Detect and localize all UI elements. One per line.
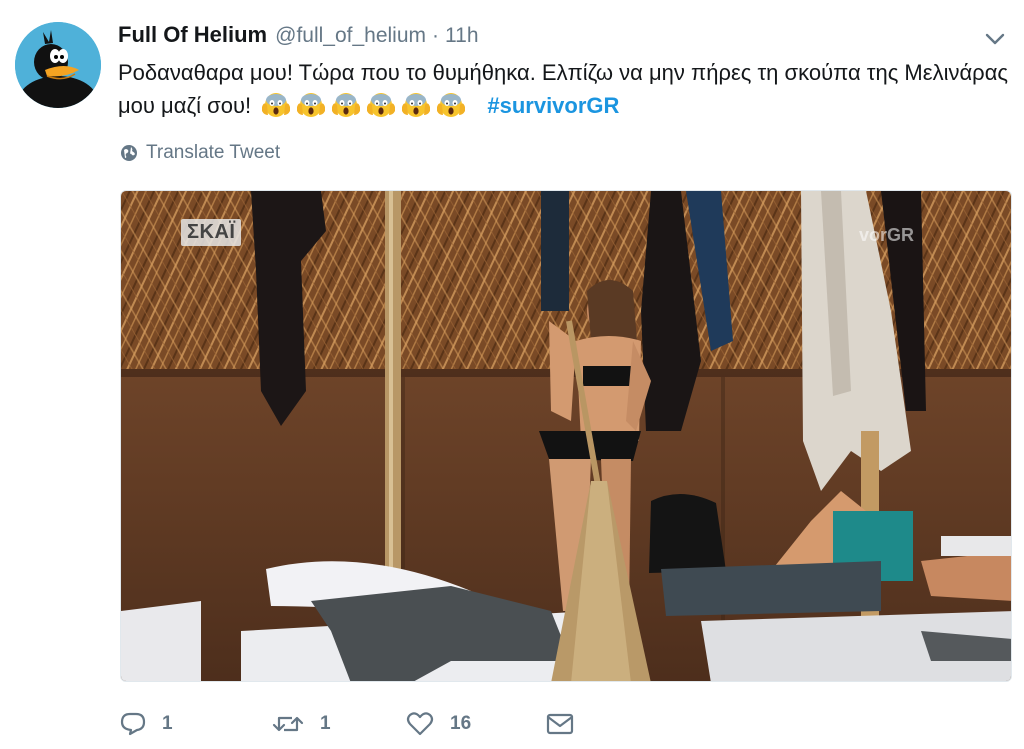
timestamp[interactable]: 11h [445, 24, 478, 48]
tweet: Full Of Helium @full_of_helium · 11h Ροδ… [0, 0, 1024, 749]
emoji-row [261, 91, 471, 127]
retweet-icon [272, 716, 304, 732]
envelope-icon [546, 713, 574, 735]
chevron-down-icon [985, 33, 1005, 45]
globe-icon [121, 145, 137, 161]
face-screaming-in-fear-icon [297, 93, 326, 117]
translate-tweet-link[interactable]: Translate Tweet [120, 142, 280, 164]
direct-message-button[interactable] [546, 712, 574, 736]
reply-count: 1 [162, 713, 173, 734]
face-screaming-in-fear-icon [367, 93, 396, 117]
face-screaming-in-fear-icon [402, 93, 431, 117]
like-button[interactable]: 16 [406, 712, 546, 736]
retweet-button[interactable]: 1 [272, 712, 406, 736]
retweet-count: 1 [320, 713, 331, 734]
tweet-actions: 1 1 16 [120, 706, 574, 742]
display-name[interactable]: Full Of Helium [118, 22, 267, 48]
username[interactable]: @full_of_helium [275, 24, 426, 48]
reply-icon [120, 712, 146, 736]
tweet-header: Full Of Helium @full_of_helium · 11h [118, 22, 479, 50]
tweet-media-image[interactable]: ΣΚΑΪ vorGR [120, 190, 1012, 682]
reply-button[interactable]: 1 [120, 712, 272, 736]
face-screaming-in-fear-icon [262, 93, 291, 117]
face-screaming-in-fear-icon [437, 93, 466, 117]
tweet-text: Ροδαναθαρα μου! Τώρα που το θυμήθηκα. Ελ… [118, 56, 1014, 127]
translate-label: Translate Tweet [146, 142, 281, 163]
separator-dot: · [432, 24, 440, 47]
heart-icon [406, 712, 434, 736]
face-screaming-in-fear-icon [332, 93, 361, 117]
more-options-button[interactable] [982, 26, 1008, 52]
hashtag-link[interactable]: #survivorGR [487, 93, 619, 118]
avatar[interactable] [15, 22, 101, 108]
like-count: 16 [450, 713, 472, 734]
channel-watermark: ΣΚΑΪ [181, 219, 242, 246]
hashtag-watermark: vorGR [859, 225, 915, 245]
